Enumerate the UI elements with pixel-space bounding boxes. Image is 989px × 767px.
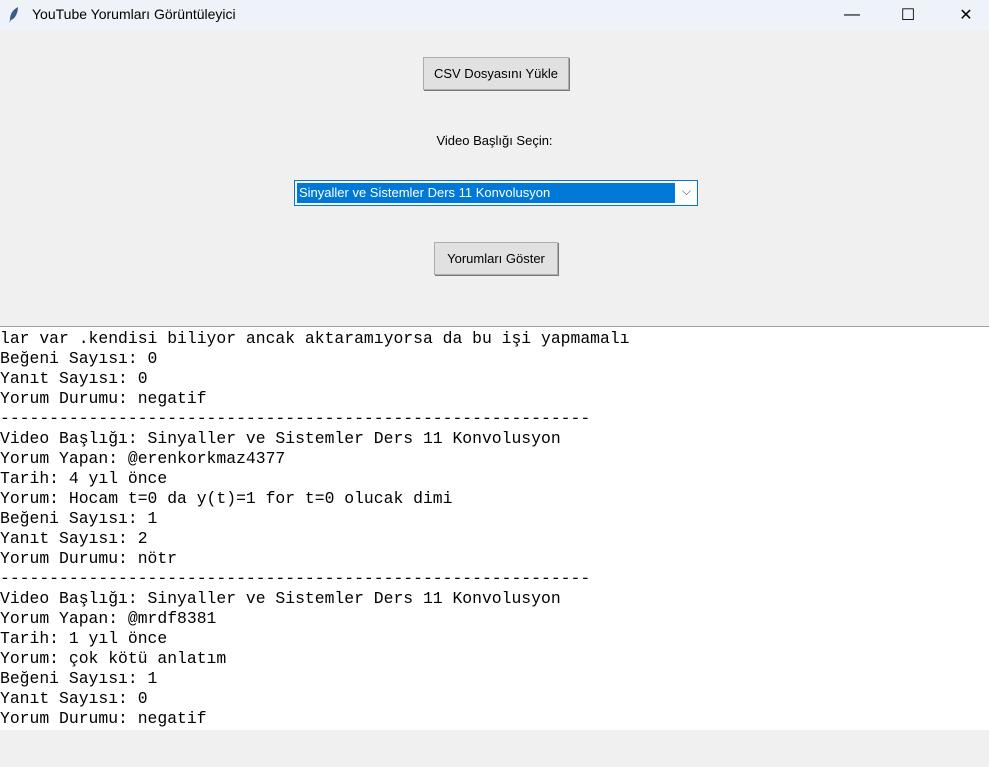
output-line: lar var .kendisi biliyor ancak aktaramıy… xyxy=(0,329,630,348)
minimize-button[interactable]: — xyxy=(829,0,875,30)
feather-icon xyxy=(9,7,18,23)
output-line: Yorum Durumu: negatif xyxy=(0,389,207,408)
window-title: YouTube Yorumları Görüntüleyici xyxy=(32,6,236,22)
output-line: ----------------------------------------… xyxy=(0,409,591,428)
title-bar: YouTube Yorumları Görüntüleyici — ☐ ✕ xyxy=(0,0,989,30)
video-title-selected: Sinyaller ve Sistemler Ders 11 Konvolusy… xyxy=(297,183,675,203)
maximize-button[interactable]: ☐ xyxy=(885,0,931,30)
chevron-down-icon[interactable]: ⌵ xyxy=(682,184,691,199)
output-line: Video Başlığı: Sinyaller ve Sistemler De… xyxy=(0,429,561,448)
output-line: Beğeni Sayısı: 1 xyxy=(0,509,158,528)
close-button[interactable]: ✕ xyxy=(943,0,989,30)
output-line: Yorum Yapan: @mrdf8381 xyxy=(0,609,217,628)
output-line: ----------------------------------------… xyxy=(0,569,591,588)
output-line: Yanıt Sayısı: 0 xyxy=(0,689,148,708)
output-line: Tarih: 4 yıl önce xyxy=(0,469,168,488)
video-title-combobox[interactable]: Sinyaller ve Sistemler Ders 11 Konvolusy… xyxy=(294,180,698,206)
output-line: Beğeni Sayısı: 1 xyxy=(0,669,158,688)
output-line: Tarih: 1 yıl önce xyxy=(0,629,168,648)
load-csv-button[interactable]: CSV Dosyasını Yükle xyxy=(423,57,569,90)
show-comments-button[interactable]: Yorumları Göster xyxy=(434,242,558,275)
output-line: Video Başlığı: Sinyaller ve Sistemler De… xyxy=(0,589,561,608)
output-line: Beğeni Sayısı: 0 xyxy=(0,349,158,368)
output-line: Yanıt Sayısı: 0 xyxy=(0,369,148,388)
output-line: Yorum Durumu: nötr xyxy=(0,549,178,568)
output-line: Yorum: Hocam t=0 da y(t)=1 for t=0 oluca… xyxy=(0,489,453,508)
comments-output-text[interactable]: lar var .kendisi biliyor ancak aktaramıy… xyxy=(0,326,989,730)
output-line: Yorum Yapan: @erenkorkmaz4377 xyxy=(0,449,286,468)
output-line: Yorum Durumu: negatif xyxy=(0,709,207,728)
output-line: Yorum: çok kötü anlatım xyxy=(0,649,227,668)
video-select-label: Video Başlığı Seçin: xyxy=(436,133,553,148)
output-line: Yanıt Sayısı: 2 xyxy=(0,529,148,548)
